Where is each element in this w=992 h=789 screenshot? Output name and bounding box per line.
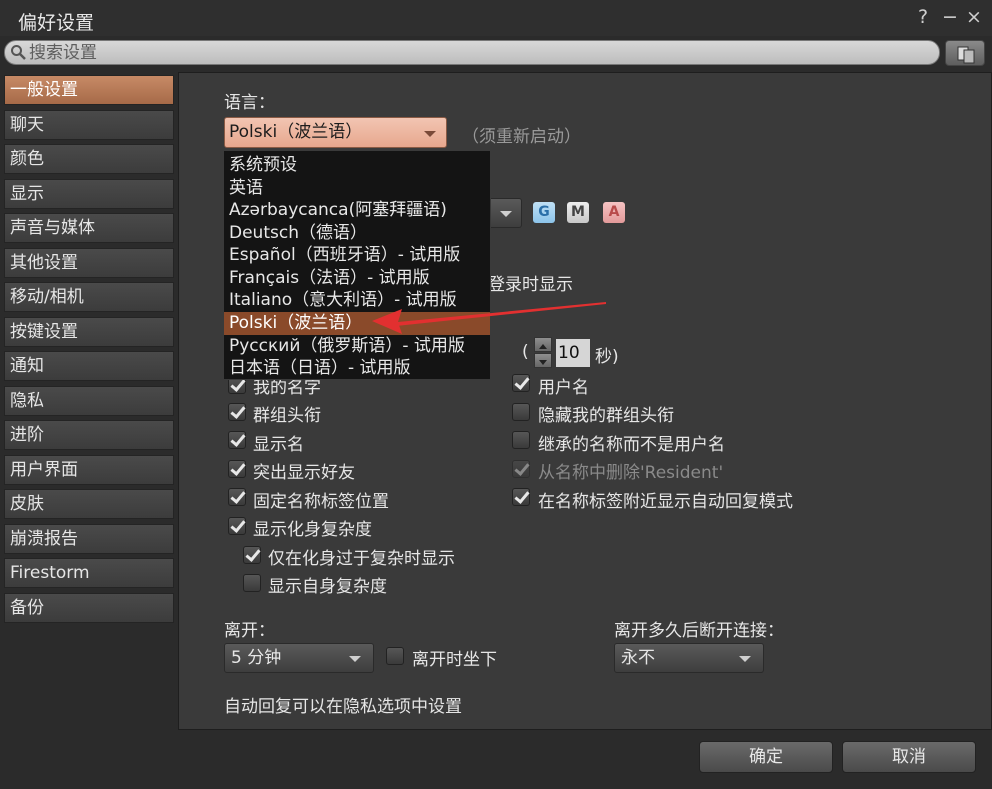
restart-note: （须重新启动）	[462, 127, 581, 147]
cancel-button[interactable]: 取消	[842, 741, 976, 773]
label-show-autoreply-mode: 在名称标签附近显示自动回复模式	[538, 492, 793, 512]
language-option[interactable]: Français（法语）- 试用版	[224, 267, 490, 290]
maturity-general-button[interactable]: G	[533, 202, 555, 223]
tab-user-interface[interactable]: 用户界面	[4, 454, 174, 485]
autoreply-note: 自动回复可以在隐私选项中设置	[224, 697, 462, 717]
checkbox-legacy-names[interactable]	[512, 431, 530, 449]
disconnect-label: 离开多久后断开连接：	[614, 621, 784, 641]
label-legacy-names: 继承的名称而不是用户名	[538, 435, 725, 455]
label-remove-resident: 从名称中删除'Resident'	[538, 463, 724, 483]
checkbox-sit-when-away[interactable]	[386, 647, 404, 665]
tab-crash-reports[interactable]: 崩溃报告	[4, 523, 174, 554]
close-icon[interactable]: ×	[966, 6, 982, 28]
tab-general[interactable]: 一般设置	[4, 75, 174, 105]
window-title: 偏好设置	[18, 12, 95, 34]
language-option[interactable]: Русский（俄罗斯语）- 试用版	[224, 335, 490, 358]
language-label: 语言：	[224, 93, 275, 113]
checkbox-display-name[interactable]	[228, 431, 246, 449]
label-only-too-complex: 仅在化身过于复杂时显示	[268, 549, 455, 569]
label-display-name: 显示名	[253, 435, 304, 455]
language-option[interactable]: 日本语（日语）- 试用版	[224, 357, 490, 380]
timeout-paren: (	[522, 342, 529, 362]
tab-firestorm[interactable]: Firestorm	[4, 558, 174, 588]
timeout-unit: 秒)	[595, 347, 619, 367]
language-option[interactable]: Deutsch（德语）	[224, 222, 490, 245]
title-bar[interactable]: 偏好设置 ? − ×	[0, 0, 992, 36]
search-icon	[11, 45, 26, 60]
tab-move-camera[interactable]: 移动/相机	[4, 282, 174, 312]
search-input[interactable]	[29, 42, 929, 63]
chevron-down-icon	[424, 131, 436, 137]
language-option[interactable]: Azərbaycanca(阿塞拜疆语)	[224, 199, 490, 222]
tab-sound-media[interactable]: 声音与媒体	[4, 213, 174, 243]
label-sit-when-away: 离开时坐下	[412, 650, 497, 670]
checkbox-show-complexity[interactable]	[228, 517, 246, 535]
chevron-down-icon	[539, 360, 547, 365]
spin-up-button[interactable]	[534, 337, 552, 352]
language-dropdown-list: 系统预设 英语 Azərbaycanca(阿塞拜疆语) Deutsch（德语） …	[223, 150, 491, 380]
disconnect-combo-value: 永不	[621, 648, 655, 668]
away-label: 离开：	[224, 621, 275, 641]
minimize-icon[interactable]: −	[942, 6, 958, 28]
timeout-spinner	[534, 337, 552, 369]
label-fix-tag-position: 固定名称标签位置	[253, 492, 389, 512]
tab-notifications[interactable]: 通知	[4, 351, 174, 381]
help-icon[interactable]: ?	[918, 6, 928, 28]
timeout-input[interactable]: 10	[556, 339, 590, 367]
tab-skins[interactable]: 皮肤	[4, 489, 174, 519]
language-option[interactable]: 英语	[224, 177, 490, 200]
search-bar	[4, 40, 940, 65]
checkbox-only-too-complex[interactable]	[243, 546, 261, 564]
tab-privacy[interactable]: 隐私	[4, 385, 174, 416]
label-username: 用户名	[538, 378, 589, 398]
chevron-up-icon	[539, 344, 547, 349]
language-combo[interactable]: Polski（波兰语）	[224, 117, 447, 148]
away-combo-value: 5 分钟	[231, 648, 282, 668]
checkbox-show-own-complexity[interactable]	[243, 574, 261, 592]
tab-backup[interactable]: 备份	[4, 592, 174, 623]
maturity-adult-button[interactable]: A	[603, 202, 625, 223]
disconnect-combo[interactable]: 永不	[614, 643, 764, 673]
tab-chat[interactable]: 聊天	[4, 109, 174, 140]
label-highlight-friends: 突出显示好友	[253, 463, 355, 483]
maturity-moderate-button[interactable]: M	[567, 202, 589, 223]
tab-advanced[interactable]: 进阶	[4, 420, 174, 450]
tab-keys[interactable]: 按键设置	[4, 316, 174, 347]
label-show-complexity: 显示化身复杂度	[253, 520, 372, 540]
language-option-selected[interactable]: Polski（波兰语）	[224, 312, 490, 335]
label-group-title: 群组头衔	[253, 406, 321, 426]
tab-display[interactable]: 显示	[4, 178, 174, 209]
tab-other[interactable]: 其他设置	[4, 247, 174, 278]
checkbox-remove-resident[interactable]	[512, 460, 530, 478]
language-option[interactable]: 系统预设	[224, 154, 490, 177]
language-option[interactable]: Español（西班牙语）- 试用版	[224, 244, 490, 267]
checkbox-hide-my-group-title[interactable]	[512, 403, 530, 421]
ok-button[interactable]: 确定	[699, 741, 833, 773]
checkbox-highlight-friends[interactable]	[228, 460, 246, 478]
checkbox-group-title[interactable]	[228, 403, 246, 421]
sidebar: 一般设置 聊天 颜色 显示 声音与媒体 其他设置 移动/相机 按键设置 通知 隐…	[4, 75, 174, 627]
away-combo[interactable]: 5 分钟	[224, 643, 374, 673]
label-show-own-complexity: 显示自身复杂度	[268, 577, 387, 597]
chevron-down-icon	[349, 656, 361, 662]
language-option[interactable]: Italiano（意大利语）- 试用版	[224, 289, 490, 312]
copy-windows-button[interactable]	[945, 40, 985, 66]
chevron-down-icon	[739, 656, 751, 662]
chevron-down-icon	[500, 211, 512, 217]
checkbox-show-autoreply-mode[interactable]	[512, 488, 530, 506]
checkbox-username[interactable]	[512, 374, 530, 392]
label-hide-my-group-title: 隐藏我的群组头衔	[538, 406, 674, 426]
spin-down-button[interactable]	[534, 353, 552, 368]
tab-colors[interactable]: 颜色	[4, 144, 174, 174]
checkbox-fix-tag-position[interactable]	[228, 488, 246, 506]
copy-icon	[957, 46, 975, 64]
show-on-login-label: 登录时显示	[488, 275, 573, 295]
language-combo-value: Polski（波兰语）	[229, 122, 363, 142]
